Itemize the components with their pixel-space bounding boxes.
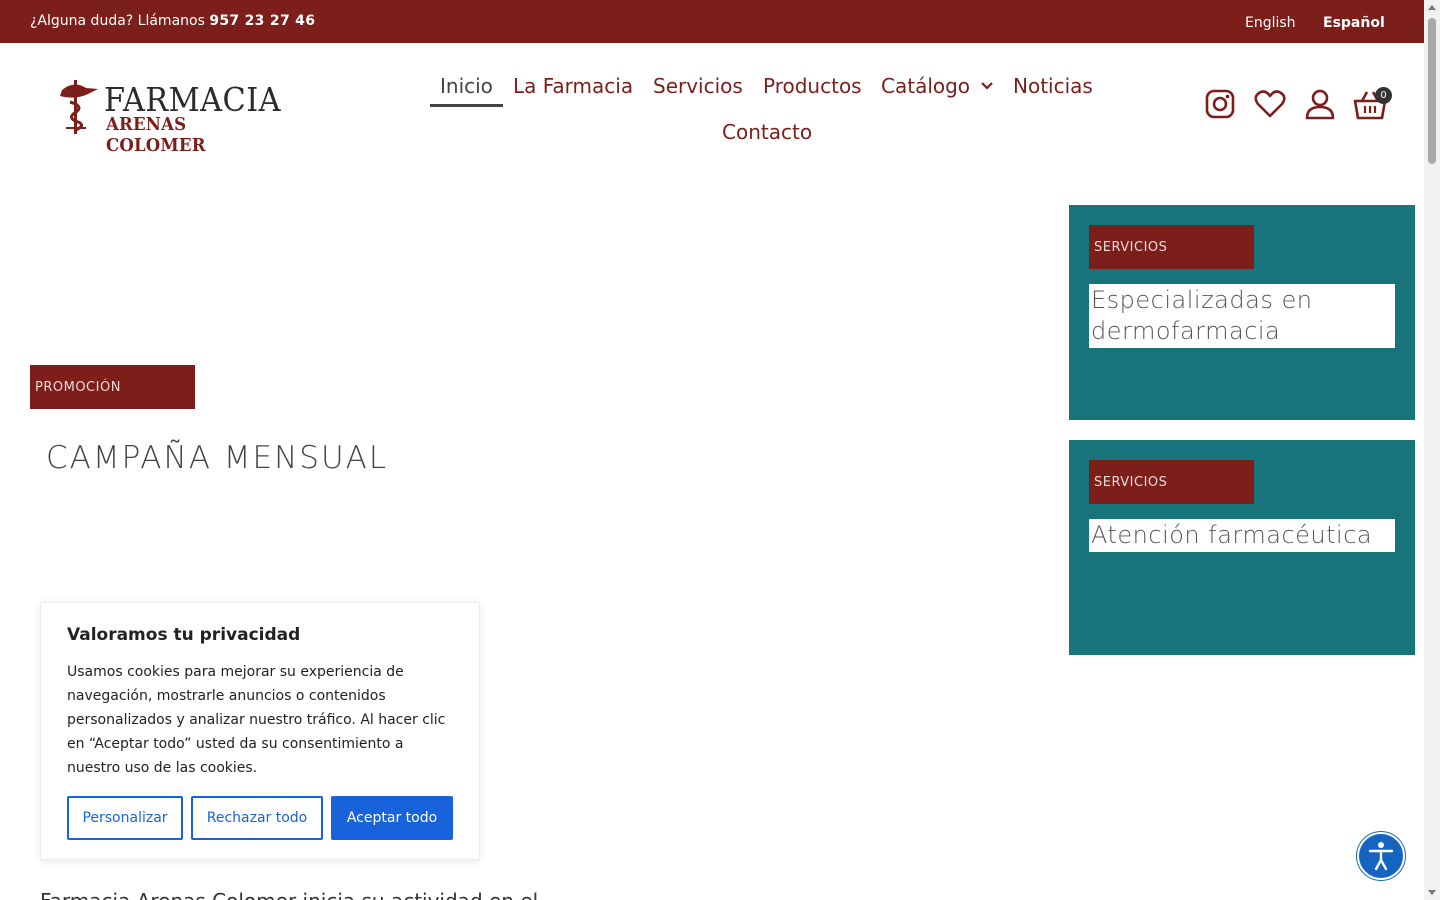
- cookie-body: Usamos cookies para mejorar su experienc…: [67, 664, 446, 776]
- accept-all-button[interactable]: Aceptar todo: [331, 796, 453, 840]
- logo-line2: ARENAS COLOMER: [106, 114, 206, 156]
- service-card-badge: SERVICIOS: [1089, 460, 1254, 504]
- promo-title[interactable]: CAMPAÑA MENSUAL: [46, 440, 388, 476]
- service-card-dermofarmacia[interactable]: SERVICIOS Especializadas en dermofarmaci…: [1069, 205, 1415, 420]
- reject-all-button[interactable]: Rechazar todo: [191, 796, 323, 840]
- nav-item-servicios[interactable]: Servicios: [653, 74, 743, 98]
- heart-icon[interactable]: [1254, 88, 1286, 120]
- scrollbar-thumb[interactable]: [1428, 18, 1436, 164]
- service-card-badge: SERVICIOS: [1089, 225, 1254, 269]
- contact-info: ¿Alguna duda? Llámanos 957 23 27 46: [30, 13, 315, 29]
- top-bar: ¿Alguna duda? Llámanos 957 23 27 46 Engl…: [0, 0, 1424, 43]
- cookie-title: Valoramos tu privacidad: [67, 625, 301, 645]
- site-logo[interactable]: FARMACIA ARENAS COLOMER: [52, 78, 302, 156]
- scroll-up-arrow-icon[interactable]: [1428, 5, 1436, 10]
- nav-active-underline: [430, 104, 503, 107]
- service-card-title[interactable]: Especializadas en dermofarmacia: [1089, 284, 1395, 348]
- language-spanish[interactable]: Español: [1323, 15, 1385, 31]
- user-icon[interactable]: [1305, 88, 1335, 120]
- language-english[interactable]: English: [1245, 15, 1296, 31]
- contact-prefix: ¿Alguna duda? Llámanos: [30, 13, 210, 29]
- nav-item-catalogo-label: Catálogo: [881, 74, 971, 98]
- promo-badge: PROMOCIÓN: [30, 365, 195, 409]
- caduceus-icon: [60, 80, 98, 134]
- nav-item-catalogo[interactable]: Catálogo: [881, 74, 993, 98]
- scroll-down-arrow-icon[interactable]: [1428, 890, 1436, 895]
- nav-item-la-farmacia[interactable]: La Farmacia: [513, 74, 633, 98]
- nav-item-inicio[interactable]: Inicio: [440, 74, 493, 98]
- phone-link[interactable]: 957 23 27 46: [209, 13, 315, 29]
- instagram-icon[interactable]: [1205, 88, 1235, 120]
- chevron-down-icon: [981, 82, 993, 90]
- page-scrollbar[interactable]: [1424, 0, 1440, 900]
- nav-item-productos[interactable]: Productos: [763, 74, 862, 98]
- cart-count-badge: 0: [1375, 87, 1392, 104]
- accessibility-icon: [1368, 842, 1394, 871]
- nav-item-noticias[interactable]: Noticias: [1013, 74, 1093, 98]
- cookie-consent-dialog: Valoramos tu privacidad Usamos cookies p…: [40, 602, 480, 860]
- accessibility-button[interactable]: [1357, 832, 1405, 880]
- nav-item-contacto[interactable]: Contacto: [722, 120, 812, 144]
- service-card-title[interactable]: Atención farmacéutica: [1089, 519, 1395, 552]
- service-card-atencion[interactable]: SERVICIOS Atención farmacéutica: [1069, 440, 1415, 655]
- intro-paragraph: Farmacia Arenas Colomer inicia su activi…: [40, 889, 538, 900]
- customize-button[interactable]: Personalizar: [67, 796, 183, 840]
